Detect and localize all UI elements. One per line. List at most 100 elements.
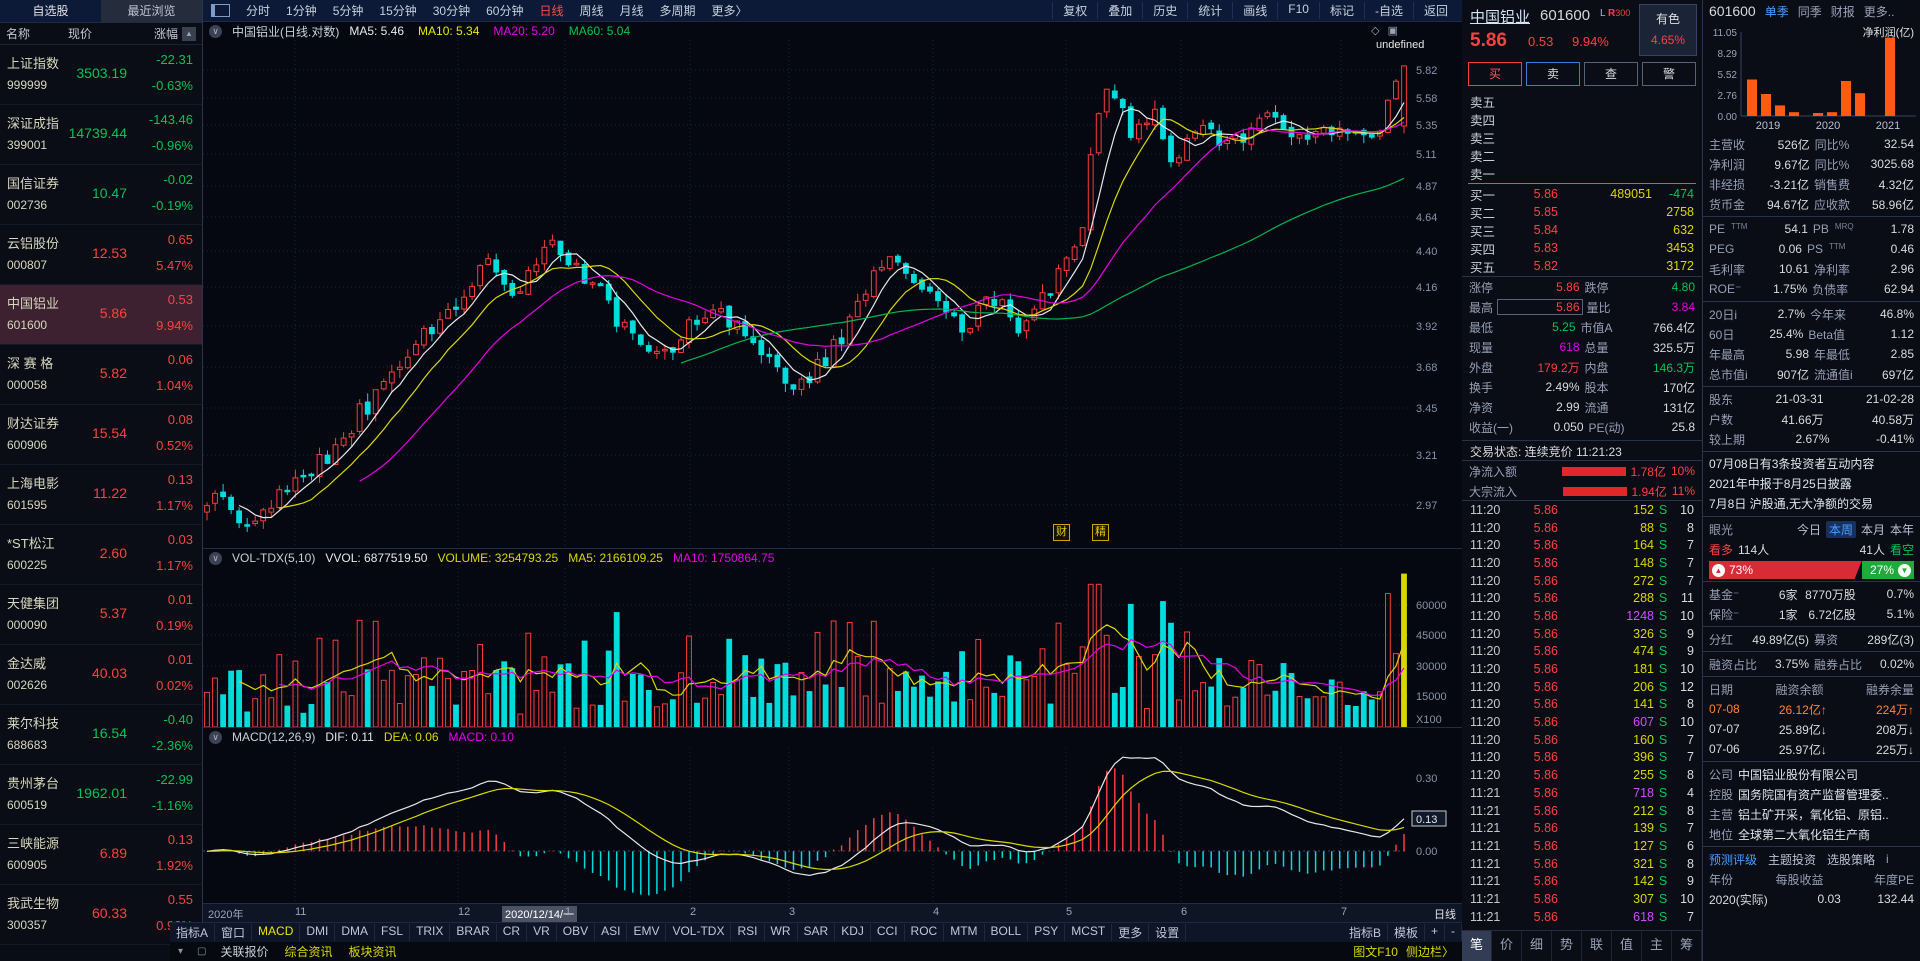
watchlist-row[interactable]: 贵州茅台6005191962.01-22.99-1.16% (0, 765, 202, 825)
indicator-MCST[interactable]: MCST (1065, 924, 1112, 941)
quote-tab-值[interactable]: 值 (1612, 931, 1642, 961)
date-tick[interactable]: 12 (458, 906, 470, 918)
f10-tab-更多..[interactable]: 更多.. (1864, 3, 1895, 20)
indicator-PSY[interactable]: PSY (1028, 924, 1065, 941)
news-line[interactable]: 2021年中报于8月25日披露 (1703, 474, 1920, 494)
date-tick[interactable]: 1 (565, 906, 571, 918)
sector-badge[interactable]: 有色 4.65% (1639, 4, 1697, 56)
watchlist-row[interactable]: 天健集团0000905.370.010.19% (0, 585, 202, 645)
indicator-EMV[interactable]: EMV (627, 924, 666, 941)
period-周线[interactable]: 周线 (571, 2, 611, 19)
tool-复权[interactable]: 复权 (1052, 2, 1097, 19)
collapse-chevron-icon[interactable]: ∨ (209, 552, 222, 565)
indicator--[interactable]: - (1445, 924, 1462, 941)
f10-tab-财报[interactable]: 财报 (1831, 3, 1855, 20)
indicator-更多[interactable]: 更多 (1112, 924, 1149, 941)
collapse-chevron-icon[interactable]: ∨ (209, 25, 222, 38)
indicator-SAR[interactable]: SAR (798, 924, 836, 941)
date-tick[interactable]: 7 (1341, 906, 1347, 918)
period-分时[interactable]: 分时 (238, 2, 278, 19)
date-tick[interactable]: 6 (1181, 906, 1187, 918)
window-icon[interactable]: ▢ (197, 946, 206, 957)
date-axis[interactable]: 日线 2020年11122020/12/14/一1234567 (203, 903, 1462, 923)
quote-tab-价[interactable]: 价 (1492, 931, 1522, 961)
period-60分钟[interactable]: 60分钟 (478, 2, 531, 19)
watchlist-row[interactable]: 上证指数9999993503.19-22.31-0.63% (0, 45, 202, 105)
date-tick[interactable]: 3 (789, 906, 795, 918)
button-卖[interactable]: 卖 (1526, 62, 1580, 86)
f10-tab-单季[interactable]: 单季 (1765, 3, 1789, 20)
indicator-DMA[interactable]: DMA (335, 924, 375, 941)
watchlist-row[interactable]: 金达威00262640.030.010.02% (0, 645, 202, 705)
sidepanel-link[interactable]: 侧边栏〉 (1406, 943, 1454, 960)
watchlist-row[interactable]: 三峡能源6009056.890.131.92% (0, 825, 202, 885)
quote-tab-主[interactable]: 主 (1642, 931, 1672, 961)
quote-tab-筹[interactable]: 筹 (1672, 931, 1702, 961)
period-15分钟[interactable]: 15分钟 (371, 2, 424, 19)
period-月线[interactable]: 月线 (612, 2, 652, 19)
tool-画线[interactable]: 画线 (1232, 2, 1277, 19)
collapse-chevron-icon[interactable]: ∨ (209, 731, 222, 744)
period-1分钟[interactable]: 1分钟 (278, 2, 325, 19)
link-i[interactable]: i (1886, 852, 1889, 866)
button-买[interactable]: 买 (1468, 62, 1522, 86)
link-主题投资[interactable]: 主题投资 (1768, 851, 1816, 868)
split-window-icon[interactable]: ▣ (1388, 25, 1406, 37)
status-综合资讯[interactable]: 综合资讯 (285, 943, 333, 960)
watchlist-row[interactable]: 深证成指39900114739.44-143.46-0.96% (0, 105, 202, 165)
indicator-指标B[interactable]: 指标B (1343, 924, 1388, 941)
event-marker-精[interactable]: 精 (1092, 524, 1109, 541)
indicator-FSL[interactable]: FSL (375, 924, 410, 941)
indicator-TRIX[interactable]: TRIX (410, 924, 450, 941)
indicator-ROC[interactable]: ROC (905, 924, 945, 941)
diamond-icon[interactable]: ◇ (1371, 25, 1387, 37)
macd-chart[interactable]: 0.300.130.00 (203, 748, 1462, 903)
period-日线[interactable]: 日线 (531, 2, 571, 19)
watchlist-row[interactable]: 财达证券60090615.540.080.52% (0, 405, 202, 465)
link-预测评级[interactable]: 预测评级 (1709, 851, 1757, 868)
button-警[interactable]: 警 (1642, 62, 1696, 86)
period-5分钟[interactable]: 5分钟 (325, 2, 372, 19)
indicator-DMI[interactable]: DMI (300, 924, 335, 941)
period-更多〉[interactable]: 更多〉 (704, 2, 756, 19)
period-多周期[interactable]: 多周期 (652, 2, 704, 19)
indicator-CR[interactable]: CR (497, 924, 527, 941)
tool-标记[interactable]: 标记 (1319, 2, 1364, 19)
chart-corner-icons[interactable]: ◇▣ (1371, 24, 1406, 37)
watchlist-row[interactable]: 莱尔科技68868316.54-0.40-2.36% (0, 705, 202, 765)
col-change[interactable]: 涨幅 (154, 25, 178, 42)
col-name[interactable]: 名称 (6, 25, 30, 42)
f10-link[interactable]: 图文F10 (1353, 943, 1398, 960)
indicator-KDJ[interactable]: KDJ (835, 924, 871, 941)
collapse-icon[interactable]: ▾ (178, 946, 183, 957)
tool-F10[interactable]: F10 (1277, 2, 1319, 19)
status-关联报价[interactable]: 关联报价 (220, 943, 268, 960)
indicator-MACD[interactable]: MACD (252, 924, 300, 941)
indicator-窗口[interactable]: 窗口 (215, 924, 252, 941)
watchlist-row[interactable]: 云铝股份00080712.530.655.47% (0, 225, 202, 285)
date-tick[interactable]: 5 (1066, 906, 1072, 918)
date-tick[interactable]: 2 (690, 906, 696, 918)
quote-tab-势[interactable]: 势 (1552, 931, 1582, 961)
net-profit-chart[interactable]: 11.058.295.522.760.00净利润(亿)201920202021 (1703, 22, 1920, 134)
indicator-MTM[interactable]: MTM (944, 924, 984, 941)
layout-icon[interactable] (211, 4, 230, 17)
quote-tab-联[interactable]: 联 (1582, 931, 1612, 961)
tool-历史[interactable]: 历史 (1142, 2, 1187, 19)
indicator-CCI[interactable]: CCI (871, 924, 905, 941)
indicator-指标A[interactable]: 指标A (170, 924, 215, 941)
indicator-WR[interactable]: WR (765, 924, 798, 941)
link-选股策略[interactable]: 选股策略 (1827, 851, 1875, 868)
tool-叠加[interactable]: 叠加 (1097, 2, 1142, 19)
indicator-RSI[interactable]: RSI (731, 924, 764, 941)
watchlist-row[interactable]: 上海电影60159511.220.131.17% (0, 465, 202, 525)
tool--自选[interactable]: -自选 (1364, 2, 1413, 19)
tab-watchlist[interactable]: 自选股 (0, 0, 101, 22)
watchlist-row[interactable]: *ST松江6002252.600.031.17% (0, 525, 202, 585)
tab-recent[interactable]: 最近浏览 (101, 0, 202, 22)
indicator-BRAR[interactable]: BRAR (450, 924, 496, 941)
button-查[interactable]: 查 (1584, 62, 1638, 86)
indicator-设置[interactable]: 设置 (1149, 924, 1186, 941)
watchlist-row[interactable]: 国信证券00273610.47-0.02-0.19% (0, 165, 202, 225)
indicator-VR[interactable]: VR (527, 924, 557, 941)
